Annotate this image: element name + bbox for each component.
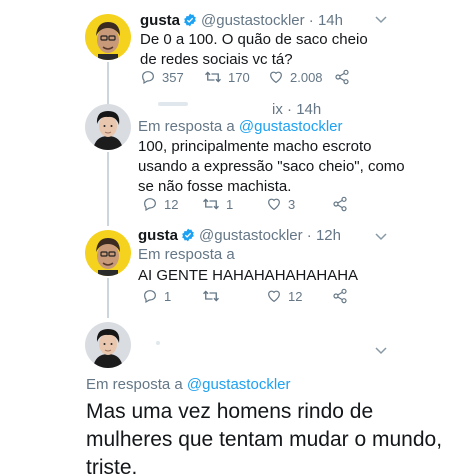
reply-icon bbox=[142, 196, 158, 212]
reply-context: Em resposta a @gustastockler bbox=[86, 376, 291, 393]
retweet-button[interactable]: 1 bbox=[202, 196, 264, 212]
handle[interactable]: @gustastockler bbox=[201, 12, 305, 29]
timestamp[interactable]: 12h bbox=[316, 227, 341, 244]
retweet-button[interactable]: 170 bbox=[204, 69, 266, 85]
reply-button[interactable]: 1 bbox=[142, 288, 198, 304]
like-icon bbox=[268, 69, 284, 85]
handle[interactable]: ix bbox=[272, 101, 283, 118]
avatar[interactable] bbox=[85, 322, 131, 368]
reply-context: Em resposta a bbox=[138, 246, 235, 263]
share-button[interactable] bbox=[332, 196, 348, 212]
share-icon bbox=[332, 196, 348, 212]
tweet-header: gusta @gustastockler · 14h bbox=[140, 12, 343, 32]
like-button[interactable]: 12 bbox=[266, 288, 332, 304]
tweet-actions: 1 12 bbox=[142, 288, 348, 304]
tweet-header: ix · 14h bbox=[272, 101, 322, 118]
reply-label: Em resposta a bbox=[138, 118, 235, 135]
tweet-actions: 12 1 3 bbox=[142, 196, 348, 212]
avatar[interactable] bbox=[85, 230, 131, 276]
display-name[interactable]: gusta bbox=[140, 12, 180, 29]
focused-tweet[interactable]: Em resposta a @gustastockler Mas uma vez… bbox=[0, 314, 474, 474]
tweet-text: De 0 a 100. O quão de saco cheio de rede… bbox=[140, 31, 368, 68]
retweet-button[interactable] bbox=[202, 288, 264, 304]
share-icon bbox=[332, 288, 348, 304]
reply-count: 357 bbox=[162, 69, 184, 85]
reply-count: 12 bbox=[164, 196, 179, 212]
timestamp[interactable]: 14h bbox=[296, 101, 321, 118]
retweet-count: 1 bbox=[226, 196, 234, 212]
share-button[interactable] bbox=[332, 288, 348, 304]
tweet-text: Mas uma vez homens rindo de mulheres que… bbox=[86, 400, 443, 474]
share-icon bbox=[334, 69, 350, 85]
reply-button[interactable]: 357 bbox=[140, 69, 200, 85]
like-count: 3 bbox=[288, 196, 296, 212]
reply-mention-link[interactable]: @gustastockler bbox=[239, 118, 343, 135]
like-count: 2.008 bbox=[290, 69, 323, 85]
reply-button[interactable]: 12 bbox=[142, 196, 198, 212]
hidden-display-name bbox=[156, 341, 160, 345]
like-button[interactable]: 3 bbox=[266, 196, 332, 212]
share-button[interactable] bbox=[334, 69, 350, 85]
tweet[interactable]: gusta @gustastockler · 12h Em resposta a … bbox=[0, 224, 474, 314]
avatar[interactable] bbox=[85, 14, 131, 60]
like-icon bbox=[266, 196, 282, 212]
chevron-down-icon[interactable] bbox=[375, 230, 387, 244]
chevron-down-icon[interactable] bbox=[375, 344, 387, 358]
tweet-header: gusta @gustastockler · 12h bbox=[138, 227, 341, 247]
like-icon bbox=[266, 288, 282, 304]
reply-label: Em resposta a bbox=[138, 246, 235, 263]
reply-icon bbox=[142, 288, 158, 304]
tweet[interactable]: gusta @gustastockler · 14h De 0 a 100. O … bbox=[0, 0, 474, 100]
tweet-text: 100, principalmente macho escroto usando… bbox=[138, 138, 405, 195]
retweet-icon bbox=[204, 69, 222, 85]
like-button[interactable]: 2.008 bbox=[268, 69, 334, 85]
tweet-actions: 357 170 2.008 bbox=[140, 69, 350, 85]
handle[interactable]: @gustastockler bbox=[199, 227, 303, 244]
reply-label: Em resposta a bbox=[86, 376, 183, 393]
tweet[interactable]: ix · 14h Em resposta a @gustastockler 10… bbox=[0, 100, 474, 224]
reply-icon bbox=[140, 69, 156, 85]
hidden-display-name bbox=[158, 102, 188, 106]
like-count: 12 bbox=[288, 288, 303, 304]
reply-mention-link[interactable]: @gustastockler bbox=[187, 376, 291, 393]
display-name[interactable]: gusta bbox=[138, 227, 178, 244]
timestamp[interactable]: 14h bbox=[318, 12, 343, 29]
avatar[interactable] bbox=[85, 104, 131, 150]
reply-context: Em resposta a @gustastockler bbox=[138, 118, 343, 135]
retweet-icon bbox=[202, 288, 220, 304]
retweet-count: 170 bbox=[228, 69, 250, 85]
retweet-icon bbox=[202, 196, 220, 212]
tweet-text: AI GENTE HAHAHAHAHAHAHA bbox=[138, 267, 359, 284]
reply-count: 1 bbox=[164, 288, 172, 304]
chevron-down-icon[interactable] bbox=[375, 13, 387, 27]
verified-badge-icon bbox=[181, 228, 195, 247]
